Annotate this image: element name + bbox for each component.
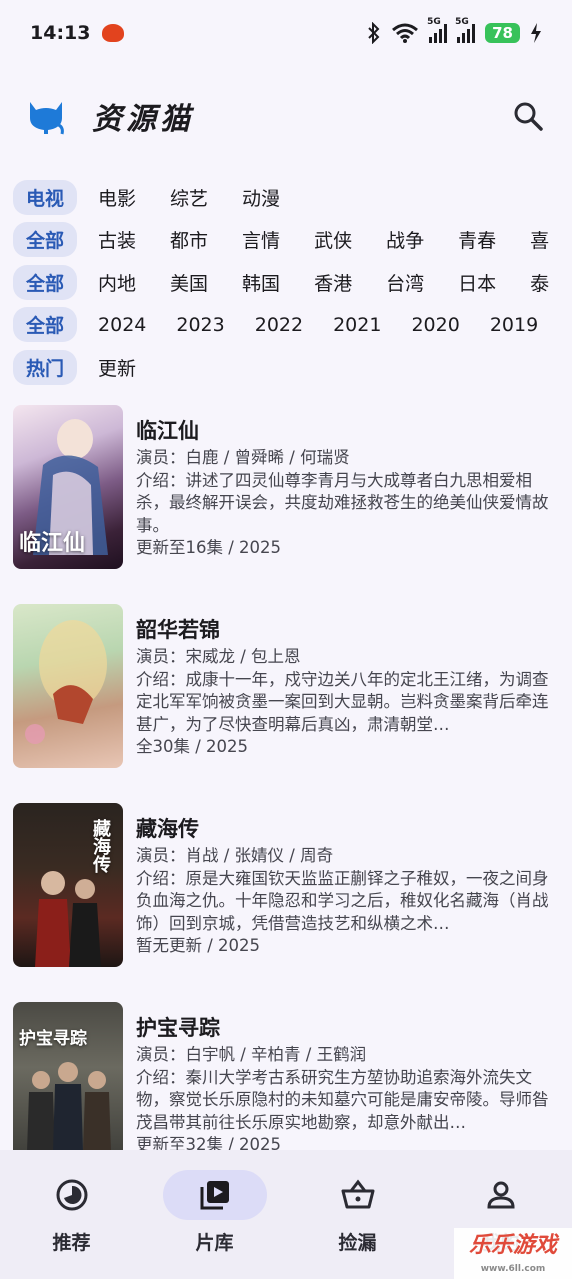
nav-bargain-label: 捡漏 xyxy=(338,1232,377,1254)
filter-chip[interactable]: 电影 xyxy=(98,180,136,215)
item-title: 藏海传 xyxy=(136,817,199,841)
filter-row-type: 电视 电影 综艺 动漫 xyxy=(13,176,572,219)
list-item[interactable]: 临江仙 临江仙 演员：白鹿 / 曾舜晞 / 何瑞贤 介绍：讲述了四灵仙尊李青月与… xyxy=(0,395,572,594)
item-meta: 暂无更新 / 2025 xyxy=(136,936,261,955)
poster-image xyxy=(13,604,123,768)
poster-art xyxy=(25,620,107,744)
list-item[interactable]: 韶华若锦 演员：宋威龙 / 包上恩 介绍：成康十一年，戍守边关八年的定北王江绪，… xyxy=(0,594,572,793)
nav-library-pill[interactable] xyxy=(162,1170,267,1220)
poster-image: 临江仙 xyxy=(13,405,123,569)
filter-chip[interactable]: 武侠 xyxy=(314,222,352,257)
app-title: 资源猫 xyxy=(92,102,194,137)
bluetooth-icon xyxy=(368,22,380,44)
item-title: 临江仙 xyxy=(136,419,199,443)
item-meta: 更新至16集 / 2025 xyxy=(136,538,282,557)
nav-bargain-pill[interactable] xyxy=(306,1170,410,1220)
charging-icon xyxy=(531,23,541,43)
filter-chip[interactable]: 全部 xyxy=(13,264,78,300)
nav-recommend[interactable]: 推荐 xyxy=(17,1170,127,1255)
poster-title: 藏海传 xyxy=(90,819,111,873)
basket-icon xyxy=(341,1179,374,1209)
filter-chip[interactable]: 喜 xyxy=(530,222,549,257)
filter-chip[interactable]: 青春 xyxy=(458,222,496,257)
filter-chip[interactable]: 2020 xyxy=(411,310,459,340)
status-icons: 5G 5G 78 xyxy=(367,17,542,44)
watermark-text: 乐乐游戏 xyxy=(468,1233,557,1258)
nav-library-label: 片库 xyxy=(195,1232,234,1254)
status-bar: 14:13 5G 5G 78 xyxy=(0,0,572,66)
item-info: 临江仙 演员：白鹿 / 曾舜晞 / 何瑞贤 介绍：讲述了四灵仙尊李青月与大成尊者… xyxy=(136,405,559,594)
app-header: 资源猫 xyxy=(0,80,572,152)
filter-chip[interactable]: 战争 xyxy=(386,222,424,257)
filter-row-region: 全部 内地 美国 韩国 香港 台湾 日本 泰 xyxy=(13,261,572,304)
filter-chip[interactable]: 言情 xyxy=(242,222,280,257)
battery-level: 78 xyxy=(485,23,520,43)
signal-icon-sim2: 5G xyxy=(455,17,476,43)
item-description: 介绍：秦川大学考古系研究生方堃协助追索海外流失文物，察觉长乐原隐村的未知墓穴可能… xyxy=(136,1067,549,1132)
filter-chip[interactable]: 动漫 xyxy=(242,180,280,215)
nav-bargain[interactable]: 捡漏 xyxy=(303,1170,413,1255)
nav-mine-pill[interactable] xyxy=(449,1170,553,1220)
filter-chip[interactable]: 电视 xyxy=(13,179,78,215)
poster-image: 藏海传 xyxy=(13,803,123,967)
filter-row-year: 全部 2024 2023 2022 2021 2020 2019 xyxy=(13,304,572,347)
status-time: 14:13 xyxy=(30,22,91,44)
filter-chip[interactable]: 2019 xyxy=(490,310,538,340)
poster-image: 护宝寻踪 xyxy=(13,1002,123,1166)
filter-chip[interactable]: 2022 xyxy=(255,310,303,340)
poster-title: 护宝寻踪 xyxy=(19,1029,87,1049)
filter-chip[interactable]: 日本 xyxy=(458,265,496,300)
watermark-url: www.6ll.com xyxy=(480,1264,546,1274)
filter-chip[interactable]: 2024 xyxy=(98,310,146,340)
filter-chip[interactable]: 内地 xyxy=(98,265,136,300)
filter-chip[interactable]: 更新 xyxy=(98,350,136,385)
list-item[interactable]: 藏海传 藏海传 演员：肖战 / 张婧仪 / 周奇 介绍：原是大雍国钦天监监正蒯铎… xyxy=(0,793,572,992)
app-notification-icon xyxy=(102,24,125,42)
filter-chip[interactable]: 都市 xyxy=(170,222,208,257)
item-info: 藏海传 演员：肖战 / 张婧仪 / 周奇 介绍：原是大雍国钦天监监正蒯铎之子稚奴… xyxy=(136,803,559,992)
recommend-icon xyxy=(56,1179,87,1211)
filter-row-genre: 全部 古装 都市 言情 武侠 战争 青春 喜 xyxy=(13,219,572,262)
filter-chip[interactable]: 泰 xyxy=(530,265,549,300)
item-actors: 演员：白鹿 / 曾舜晞 / 何瑞贤 xyxy=(136,448,350,467)
item-title: 韶华若锦 xyxy=(136,618,220,642)
item-actors: 演员：肖战 / 张婧仪 / 周奇 xyxy=(136,846,334,865)
filter-chip[interactable]: 全部 xyxy=(13,307,78,343)
wifi-icon xyxy=(392,23,419,43)
nav-recommend-label: 推荐 xyxy=(52,1232,91,1254)
search-icon[interactable] xyxy=(510,98,546,134)
filter-chip[interactable]: 台湾 xyxy=(386,265,424,300)
item-title: 护宝寻踪 xyxy=(136,1016,220,1040)
show-list: 临江仙 临江仙 演员：白鹿 / 曾舜晞 / 何瑞贤 介绍：讲述了四灵仙尊李青月与… xyxy=(0,395,572,1191)
nav-library[interactable]: 片库 xyxy=(160,1170,270,1255)
nav-recommend-pill[interactable] xyxy=(20,1170,124,1220)
item-description: 介绍：讲述了四灵仙尊李青月与大成尊者白九思相爱相杀，最终解开误会，共度劫难拯救苍… xyxy=(136,470,549,535)
filter-row-sort: 热门 更新 xyxy=(13,346,572,389)
item-info: 韶华若锦 演员：宋威龙 / 包上恩 介绍：成康十一年，戍守边关八年的定北王江绪，… xyxy=(136,604,559,793)
filter-chip[interactable]: 香港 xyxy=(314,265,352,300)
video-library-icon xyxy=(200,1181,229,1210)
filter-chip[interactable]: 美国 xyxy=(170,265,208,300)
item-description: 介绍：原是大雍国钦天监监正蒯铎之子稚奴，一夜之间身负血海之仇。十年隐忍和学习之后… xyxy=(136,868,549,933)
item-description: 介绍：成康十一年，戍守边关八年的定北王江绪，为调查定北军军饷被贪墨一案回到大显朝… xyxy=(136,669,549,734)
item-actors: 演员：宋威龙 / 包上恩 xyxy=(136,647,301,666)
watermark-logo: 乐乐游戏 www.6ll.com xyxy=(454,1228,572,1279)
filter-chip[interactable]: 综艺 xyxy=(170,180,208,215)
filter-chip[interactable]: 2023 xyxy=(176,310,224,340)
filter-panel: 电视 电影 综艺 动漫 全部 古装 都市 言情 武侠 战争 青春 喜 全部 内地… xyxy=(13,176,572,389)
filter-chip[interactable]: 2021 xyxy=(333,310,381,340)
filter-chip[interactable]: 热门 xyxy=(13,349,78,385)
item-meta: 全30集 / 2025 xyxy=(136,737,249,756)
signal-icon-sim1: 5G xyxy=(427,17,448,43)
cat-logo-icon xyxy=(30,102,64,135)
filter-chip[interactable]: 古装 xyxy=(98,222,136,257)
person-icon xyxy=(486,1181,515,1209)
item-actors: 演员：白宇帆 / 辛柏青 / 王鹤润 xyxy=(136,1045,367,1064)
poster-title: 临江仙 xyxy=(19,530,86,556)
filter-chip[interactable]: 全部 xyxy=(13,222,78,258)
filter-chip[interactable]: 韩国 xyxy=(242,265,280,300)
